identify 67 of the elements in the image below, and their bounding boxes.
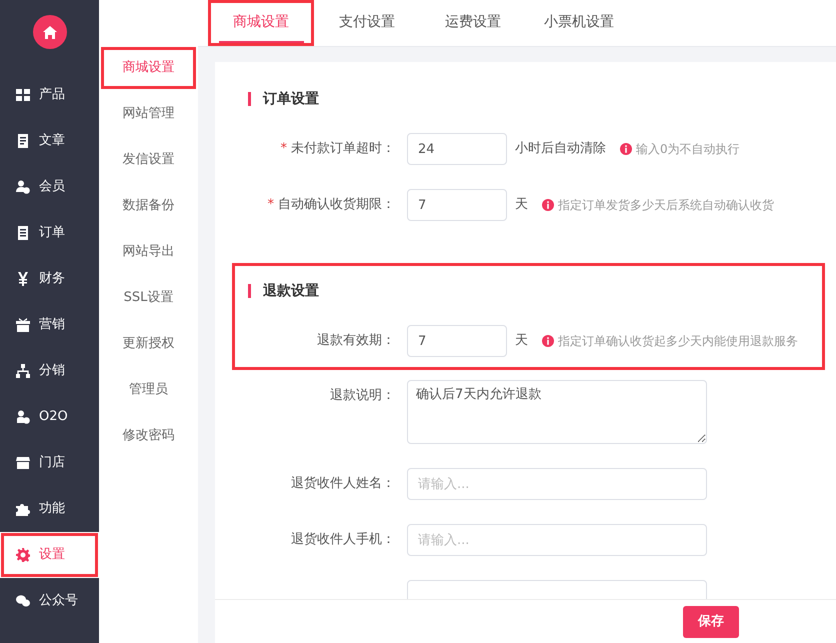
gear-icon [16, 548, 30, 562]
hint-text: 指定订单确认收货起多少天内能使用退款服务 [558, 333, 798, 350]
tab[interactable]: 商城设置 [208, 0, 314, 46]
input-field[interactable]: 7 [407, 189, 507, 221]
required-mark: * [268, 197, 274, 212]
submenu-item[interactable]: 网站管理 [99, 91, 198, 137]
info-icon [620, 143, 632, 155]
tab[interactable]: 运费设置 [420, 0, 526, 46]
user-pin-icon [16, 410, 30, 424]
store-icon [16, 456, 30, 470]
sidebar-item[interactable]: 产品 [0, 72, 99, 118]
input-field[interactable]: 请输入... [407, 468, 707, 500]
grid-icon [16, 88, 30, 102]
field-label: 退款有效期： [317, 333, 395, 348]
input-field[interactable]: 7 [407, 325, 507, 357]
document-icon [16, 134, 30, 148]
user-badge-icon [16, 180, 30, 194]
field-label: 退货收件人手机： [291, 532, 395, 547]
text-area[interactable]: 确认后7天内允许退款 [407, 380, 707, 444]
sidebar-item[interactable]: 门店 [0, 440, 99, 486]
list-icon [16, 226, 30, 240]
sitemap-icon [16, 364, 30, 378]
sidebar-item[interactable]: 设置 [0, 532, 99, 578]
field-label: 退款说明： [330, 388, 395, 403]
title-marker [248, 284, 251, 298]
submenu-item[interactable]: 数据备份 [99, 183, 198, 229]
info-icon [542, 199, 554, 211]
sidebar-item[interactable]: 营销 [0, 302, 99, 348]
field-label: 退货收件人姓名： [291, 476, 395, 491]
submenu-item[interactable]: 发信设置 [99, 137, 198, 183]
sidebar-item[interactable]: 公众号 [0, 578, 99, 624]
unit-text: 天 [515, 196, 528, 214]
input-field[interactable]: 请输入... [407, 524, 707, 556]
home-icon [42, 26, 56, 38]
chat-icon [16, 594, 30, 608]
title-marker [248, 92, 251, 106]
puzzle-icon [16, 502, 30, 516]
field-label: 自动确认收货期限： [278, 197, 395, 212]
sidebar-item[interactable]: 会员 [0, 164, 99, 210]
tab[interactable]: 支付设置 [314, 0, 420, 46]
submenu-item[interactable]: 商城设置 [99, 45, 198, 91]
tab[interactable]: 小票机设置 [526, 0, 632, 46]
sidebar-item[interactable]: 财务 [0, 256, 99, 302]
field-label: 未付款订单超时： [291, 141, 395, 156]
section-title: 退款设置 [263, 282, 319, 300]
unit-text: 小时后自动清除 [515, 140, 606, 158]
sidebar-item[interactable]: 订单 [0, 210, 99, 256]
submenu-item[interactable]: 更新授权 [99, 321, 198, 367]
input-field[interactable]: 24 [407, 133, 507, 165]
gift-icon [16, 318, 30, 332]
hint-text: 指定订单发货多少天后系统自动确认收货 [558, 197, 774, 214]
section-title: 订单设置 [263, 90, 319, 108]
unit-text: 天 [515, 332, 528, 350]
hint-text: 输入0为不自动执行 [636, 141, 740, 158]
required-mark: * [280, 141, 287, 156]
home-button[interactable] [32, 15, 66, 49]
sidebar-item[interactable]: 功能 [0, 486, 99, 532]
submenu-item[interactable]: SSL设置 [99, 275, 198, 321]
sidebar-item[interactable]: 分销 [0, 348, 99, 394]
save-button[interactable]: 保存 [683, 606, 739, 638]
sidebar-item[interactable]: O2O [0, 394, 99, 440]
submenu-item[interactable]: 管理员 [99, 367, 198, 413]
sidebar-item[interactable]: 文章 [0, 118, 99, 164]
submenu-item[interactable]: 修改密码 [99, 413, 198, 459]
info-icon [542, 335, 554, 347]
submenu-item[interactable]: 网站导出 [99, 229, 198, 275]
yen-icon [16, 272, 30, 286]
